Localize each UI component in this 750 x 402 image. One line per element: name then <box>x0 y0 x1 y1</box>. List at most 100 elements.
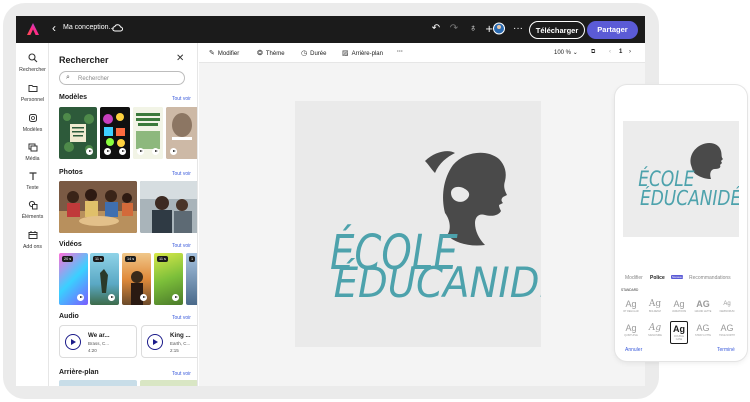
zoom-value: 100 % <box>554 50 572 56</box>
tool-label: Modifier <box>217 51 240 57</box>
see-all-videos-link[interactable]: Tout voir <box>172 243 191 249</box>
see-all-audio-link[interactable]: Tout voir <box>172 315 191 321</box>
font-option[interactable]: AG STRAT LOTTE <box>694 323 712 337</box>
font-option[interactable]: Ag SIGNATURE <box>646 323 664 337</box>
font-option[interactable]: Ag FEMINORUM <box>718 299 736 313</box>
video-thumbnail[interactable]: 14 s <box>122 253 151 305</box>
undo-icon[interactable]: ↶ <box>430 22 442 35</box>
close-icon[interactable]: ✕ <box>176 53 184 64</box>
rail-label: Add ons <box>22 244 43 250</box>
play-icon <box>119 148 126 155</box>
phone-artboard[interactable]: ÉCOLE ÉDUCANIDÉ <box>623 121 742 237</box>
phone-preview: ÉCOLE ÉDUCANIDÉ Modifier Police Nouveau … <box>615 85 747 361</box>
section-title-templates: Modèles <box>59 94 88 101</box>
rail-item-search[interactable]: Rechercher <box>16 53 49 73</box>
video-thumbnail[interactable]: 1 <box>186 253 197 305</box>
redo-icon[interactable]: ↷ <box>448 22 460 35</box>
section-title-audio: Audio <box>59 313 79 320</box>
play-icon <box>137 148 144 155</box>
font-name: RT REGULAR <box>623 310 639 313</box>
photo-thumbnail[interactable] <box>59 181 137 233</box>
audio-duration: 4:20 <box>88 348 97 353</box>
font-option[interactable]: Ag VARIATIONS <box>670 299 688 313</box>
font-sample: Ag <box>648 323 662 333</box>
rail-label: Modèles <box>22 127 43 133</box>
lightbulb-icon[interactable]: ♁ <box>467 22 479 35</box>
font-name: DOUBLE CASE <box>674 335 684 341</box>
rail-item-templates[interactable]: Modèles <box>16 113 49 133</box>
theme-icon: ❂ <box>257 50 263 57</box>
design-line-2[interactable]: ÉDUCANIDÉ <box>334 257 565 307</box>
design-artboard[interactable]: ÉCOLE ÉDUCANIDÉ <box>295 101 565 347</box>
audio-duration: 2:15 <box>170 348 179 353</box>
play-icon <box>170 148 177 155</box>
tab-modify[interactable]: Modifier <box>625 275 643 281</box>
section-title-photos: Photos <box>59 169 83 176</box>
edit-tool[interactable]: ✎ Modifier <box>209 49 239 57</box>
done-button[interactable]: Terminé <box>717 347 735 353</box>
invite-collaborator-icon[interactable]: + <box>484 22 506 35</box>
pages-icon[interactable]: ⧉ <box>591 49 595 56</box>
see-all-photos-link[interactable]: Tout voir <box>172 171 191 177</box>
share-button[interactable]: Partager <box>587 21 638 39</box>
search-input[interactable]: ⌕ Rechercher <box>59 71 185 85</box>
tab-font[interactable]: Police <box>650 275 665 281</box>
see-all-backgrounds-link[interactable]: Tout voir <box>172 371 191 377</box>
back-chevron-icon[interactable]: ‹ <box>52 21 56 35</box>
font-section-label: STANDARD <box>621 288 639 292</box>
font-option-selected[interactable]: Ag DOUBLE CASE <box>670 321 688 344</box>
phone-logo-artwork: ÉCOLE ÉDUCANIDÉ <box>638 143 742 210</box>
duration-tool[interactable]: ◷ Durée <box>301 49 326 57</box>
play-circle-icon[interactable] <box>65 334 81 350</box>
video-thumbnail[interactable]: 20 s <box>59 253 88 305</box>
background-tool[interactable]: ▨ Arrière-plan <box>342 49 383 57</box>
audio-track-card[interactable]: We ar... Brass, C... 4:20 <box>59 325 137 358</box>
background-thumbnail[interactable] <box>140 380 197 386</box>
background-thumbnail[interactable] <box>59 380 137 386</box>
adobe-express-logo-icon[interactable] <box>26 22 40 36</box>
tool-label: Arrière-plan <box>351 51 383 57</box>
rail-item-elements[interactable]: Éléments <box>16 200 49 220</box>
cancel-button[interactable]: Annuler <box>625 347 642 353</box>
chevron-down-icon: ⌄ <box>572 50 578 56</box>
rail-item-addons[interactable]: Add ons <box>16 230 49 250</box>
svg-text:+: + <box>485 24 493 35</box>
cloud-sync-icon[interactable] <box>112 23 123 32</box>
video-thumbnail[interactable]: 11 s <box>154 253 183 305</box>
zoom-select[interactable]: 100 % ⌄ <box>554 49 578 56</box>
theme-tool[interactable]: ❂ Thème <box>257 49 285 57</box>
search-icon <box>27 53 37 63</box>
rail-item-personal[interactable]: Personnel <box>16 83 49 103</box>
more-options-icon[interactable]: ··· <box>512 22 524 35</box>
template-thumbnail[interactable] <box>100 107 130 159</box>
audio-artist: Earth, C... <box>170 341 191 346</box>
audio-track-card[interactable]: King ... Earth, C... 2:15 <box>141 325 197 358</box>
project-title[interactable]: Ma conception... <box>63 24 114 31</box>
font-sample: AG <box>696 299 710 309</box>
template-thumbnail[interactable] <box>133 107 163 159</box>
photo-thumbnail[interactable] <box>140 181 197 233</box>
templates-icon <box>28 114 37 122</box>
tab-recommendations[interactable]: Recommandations <box>689 275 731 281</box>
template-thumbnail[interactable] <box>59 107 97 159</box>
font-option[interactable]: AG TRUE NORTH <box>718 323 736 337</box>
font-option[interactable]: Ag BOLDENVI <box>646 299 664 313</box>
font-option[interactable]: AG GRAND LETTE <box>694 299 712 313</box>
prev-page-icon[interactable]: ‹ <box>609 49 611 55</box>
more-tools-icon[interactable]: ··· <box>397 49 403 55</box>
see-all-templates-link[interactable]: Tout voir <box>172 96 191 102</box>
font-option[interactable]: Ag RT REGULAR <box>622 299 640 313</box>
folder-icon <box>28 85 37 92</box>
clock-icon: ◷ <box>301 50 308 57</box>
video-thumbnail[interactable]: 11 s <box>90 253 119 305</box>
elements-icon <box>28 200 37 210</box>
font-option[interactable]: Ag QUINTUPLE <box>622 323 640 337</box>
font-sample: Ag <box>648 299 662 309</box>
template-thumbnail[interactable] <box>166 107 197 159</box>
next-page-icon[interactable]: › <box>629 49 631 55</box>
play-circle-icon[interactable] <box>147 334 163 350</box>
rail-item-text[interactable]: Texte <box>16 171 49 191</box>
download-button[interactable]: Télécharger <box>529 21 585 39</box>
rail-item-media[interactable]: Média <box>16 142 49 162</box>
tool-label: Thème <box>265 51 285 57</box>
